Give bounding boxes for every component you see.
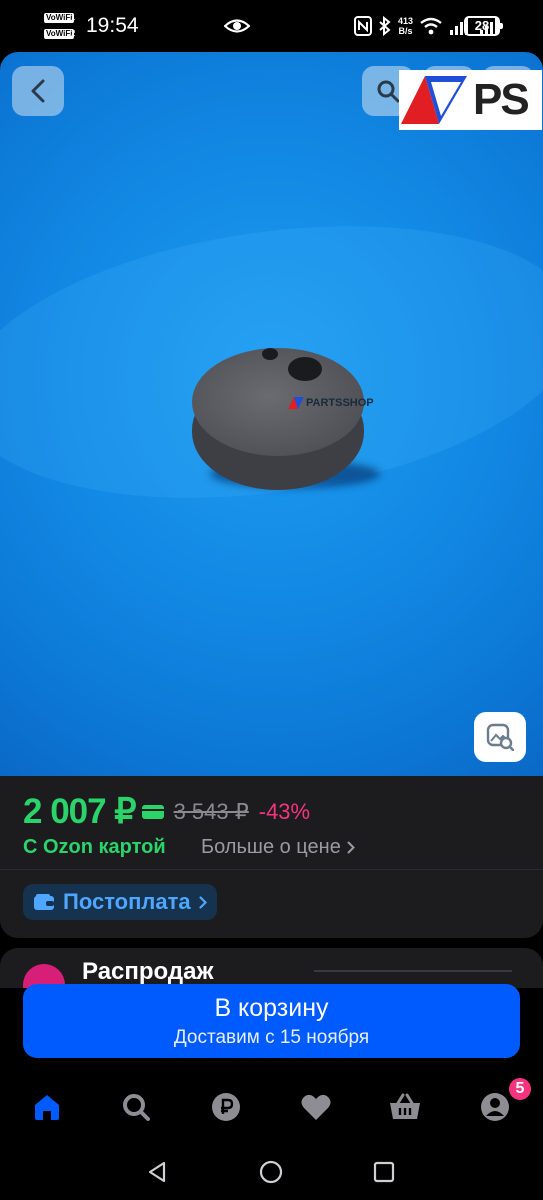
nav-cart[interactable]: [388, 1090, 422, 1124]
delivery-date-label: Доставим с 15 ноября: [173, 1026, 370, 1048]
brand-logo: PS: [399, 70, 542, 130]
profile-notification-badge: 5: [507, 1076, 533, 1102]
search-icon: [123, 1094, 150, 1121]
nav-home[interactable]: [30, 1090, 64, 1124]
add-to-cart-label: В корзину: [214, 993, 329, 1022]
wifi-icon: [420, 17, 442, 35]
add-to-cart-button[interactable]: В корзину Доставим с 15 ноября: [23, 984, 520, 1058]
sale-section-title: Распродаж: [82, 958, 214, 985]
home-icon: [35, 1095, 59, 1120]
more-about-price-link[interactable]: Больше о цене: [201, 836, 355, 859]
chevron-right-icon: [347, 841, 355, 854]
current-price: 2 007 ₽: [23, 792, 137, 831]
search-icon: [377, 80, 400, 103]
old-price: 3 543 ₽: [173, 799, 249, 824]
brand-logo-mark-icon: [401, 76, 467, 124]
brand-logo-text: PS: [473, 75, 530, 124]
net-speed-unit: B/s: [398, 26, 413, 36]
back-button[interactable]: [12, 66, 64, 116]
image-search-icon: [486, 723, 514, 751]
net-speed-value: 413: [397, 16, 413, 26]
nav-finance[interactable]: [209, 1090, 243, 1124]
watermark-text: PARTSSHOP: [306, 397, 374, 409]
visual-search-button[interactable]: [474, 712, 526, 762]
system-home-button[interactable]: [257, 1158, 285, 1186]
profile-icon: [481, 1093, 509, 1121]
nav-favorites[interactable]: [299, 1090, 333, 1124]
bottom-nav: [0, 1070, 543, 1140]
postpay-label: Постоплата: [63, 889, 191, 914]
price-row: 2 007 ₽ 3 543 ₽ -43%: [23, 792, 310, 832]
vowifi-1-label: VoWiFi: [44, 13, 75, 23]
partsshop-mark-icon: [288, 397, 304, 409]
nav-profile[interactable]: [478, 1090, 512, 1124]
status-clock: 19:54: [86, 14, 139, 37]
ozon-card-label: С Ozon картой: [23, 836, 166, 858]
nav-search[interactable]: [119, 1090, 153, 1124]
vowifi-1-number: 1: [71, 13, 76, 22]
system-back-button[interactable]: [144, 1158, 172, 1186]
ozon-card-icon: [141, 805, 164, 819]
home-circle-icon: [259, 1160, 283, 1184]
heart-icon: [301, 1094, 331, 1120]
vowifi-2-number: 2: [71, 29, 76, 38]
price-card: 2 007 ₽ 3 543 ₽ -43% С Ozon картой Больш…: [0, 776, 543, 938]
divider: [0, 869, 543, 870]
battery-indicator: 28: [464, 16, 503, 36]
discount-percent: -43%: [258, 799, 311, 824]
felt-hole-large: [288, 357, 322, 381]
vowifi-2-label: VoWiFi: [44, 29, 75, 39]
partsshop-watermark: PARTSSHOP: [288, 397, 374, 409]
nfc-icon: [353, 16, 372, 36]
status-bar: VoWiFi 1 VoWiFi 2 19:54 413 B/s 28: [0, 0, 543, 52]
sale-section-divider: [314, 970, 512, 972]
system-nav: [0, 1140, 543, 1200]
felt-hole-small: [262, 348, 278, 360]
product-image[interactable]: PARTSSHOP PS: [0, 52, 543, 776]
more-about-price-label: Больше о цене: [201, 836, 341, 858]
ruble-icon: [212, 1093, 240, 1121]
wallet-icon: [34, 894, 54, 910]
chevron-left-icon: [31, 79, 45, 103]
back-icon: [148, 1161, 166, 1183]
sale-section-card[interactable]: Распродаж: [0, 948, 543, 988]
recents-icon: [373, 1161, 395, 1183]
bluetooth-icon: [379, 16, 391, 36]
chevron-right-icon: [199, 895, 207, 909]
net-speed: 413 B/s: [398, 16, 413, 36]
postpay-chip[interactable]: Постоплата: [23, 884, 217, 920]
basket-icon: [390, 1093, 420, 1119]
system-recents-button[interactable]: [370, 1158, 398, 1186]
eye-icon: [224, 19, 250, 33]
